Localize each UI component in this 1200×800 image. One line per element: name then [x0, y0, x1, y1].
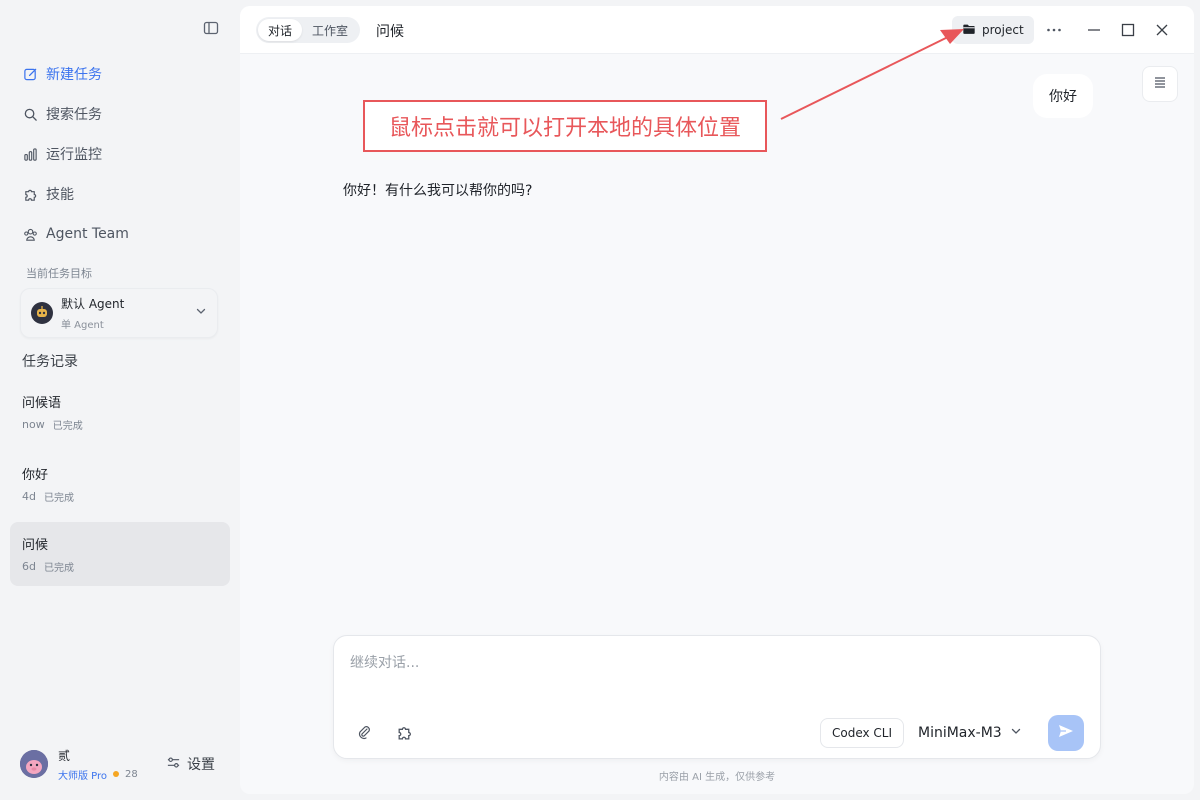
history-name: 问候语: [22, 396, 62, 411]
user-name: 贰: [58, 748, 71, 763]
nav-search-task[interactable]: 搜索任务: [12, 98, 228, 130]
history-name: 问候: [22, 538, 49, 553]
nav-agent-team[interactable]: Agent Team: [12, 218, 228, 250]
nav-label: Agent Team: [46, 226, 129, 242]
nav-label: 技能: [46, 187, 74, 203]
project-folder-button[interactable]: project: [952, 16, 1034, 44]
sidebar: 新建任务 搜索任务 运行监控 技能 Agent Team 当前任务目标 默认 A…: [0, 0, 240, 800]
user-message: 你好: [1033, 74, 1093, 118]
user-area: 贰 大师版 Pro 28 设置: [20, 744, 230, 784]
agent-name: 默认 Agent: [61, 297, 125, 311]
sidebar-toggle-icon[interactable]: [202, 19, 220, 37]
ai-disclaimer: 内容由 AI 生成，仅供参考: [658, 772, 776, 783]
conversation-title: 问候: [376, 24, 404, 40]
history-time: 4d: [22, 490, 36, 503]
tab-studio[interactable]: 工作室: [302, 19, 358, 41]
search-icon: [22, 106, 38, 122]
nav-label: 搜索任务: [46, 107, 102, 123]
nav-label: 新建任务: [46, 67, 102, 83]
mode-tabs: 对话 工作室: [256, 17, 361, 43]
main-panel: 对话 工作室 问候 project 你好 你好！有什么我可以帮你的吗? 鼠标点击…: [240, 6, 1194, 794]
history-item[interactable]: 你好 4d 已完成: [10, 452, 230, 516]
project-label: project: [982, 23, 1024, 37]
minimize-icon[interactable]: [1084, 20, 1104, 40]
send-icon: [1057, 722, 1075, 744]
history-time: now: [22, 418, 45, 431]
history-status: 已完成: [43, 493, 74, 504]
more-icon[interactable]: [1044, 20, 1064, 40]
top-bar: 对话 工作室 问候 project: [240, 6, 1194, 54]
nav-label: 运行监控: [46, 147, 102, 163]
history-time: 6d: [22, 560, 36, 573]
coin-icon: [113, 771, 120, 777]
history-status: 已完成: [43, 563, 74, 574]
codex-cli-button[interactable]: Codex CLI: [820, 718, 905, 748]
settings-button[interactable]: 设置: [166, 754, 215, 774]
history-status: 已完成: [52, 421, 83, 432]
puzzle-icon: [22, 186, 38, 202]
history-name: 你好: [22, 468, 49, 483]
annotation-callout: 鼠标点击就可以打开本地的具体位置: [363, 100, 767, 152]
plan-badge: 大师版 Pro: [58, 770, 108, 782]
coin-count: 28: [125, 768, 138, 780]
robot-icon: [31, 302, 53, 324]
settings-label: 设置: [187, 757, 215, 773]
close-icon[interactable]: [1152, 20, 1172, 40]
current-goal-title: 当前任务目标: [26, 267, 92, 280]
avatar[interactable]: [20, 750, 48, 778]
chevron-down-icon: [1010, 725, 1022, 741]
nav-skills[interactable]: 技能: [12, 178, 228, 210]
outline-button[interactable]: [1142, 66, 1178, 102]
history-item[interactable]: 问候语 now 已完成: [10, 380, 230, 444]
maximize-icon[interactable]: [1118, 20, 1138, 40]
agent-sub: 单 Agent: [61, 320, 104, 331]
team-icon: [22, 226, 38, 242]
nav-monitor[interactable]: 运行监控: [12, 138, 228, 170]
edit-icon: [22, 66, 38, 82]
list-icon: [1153, 75, 1167, 93]
history-item[interactable]: 问候 6d 已完成: [10, 522, 230, 586]
agent-selector[interactable]: 默认 Agent 单 Agent: [20, 288, 218, 338]
paperclip-icon[interactable]: [352, 720, 376, 744]
nav-new-task[interactable]: 新建任务: [12, 58, 228, 90]
puzzle-icon[interactable]: [392, 720, 416, 744]
composer: Codex CLI MiniMax-M3: [333, 635, 1101, 759]
folder-icon: [962, 22, 976, 39]
tab-chat[interactable]: 对话: [258, 19, 303, 41]
model-label: MiniMax-M3: [918, 725, 1002, 741]
assistant-message: 你好！有什么我可以帮你的吗?: [343, 183, 533, 199]
bar-chart-icon: [22, 146, 38, 162]
model-select[interactable]: MiniMax-M3: [918, 718, 1022, 748]
chevron-down-icon: [195, 305, 207, 321]
message-input[interactable]: [350, 648, 1080, 678]
sliders-icon: [166, 755, 181, 774]
send-button[interactable]: [1048, 715, 1084, 751]
history-title: 任务记录: [22, 354, 78, 370]
